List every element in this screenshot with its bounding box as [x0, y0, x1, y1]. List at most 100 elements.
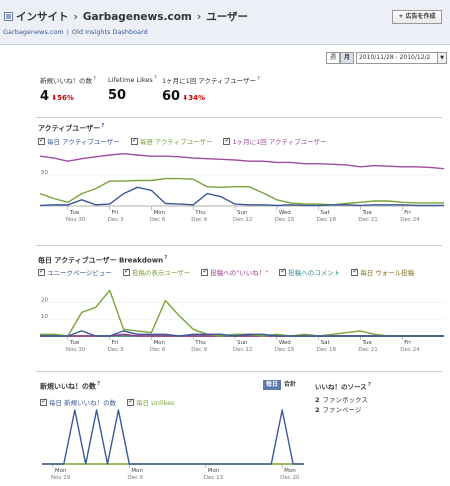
checkbox[interactable] — [351, 267, 359, 276]
section-title-text: アクティブユーザー — [38, 124, 101, 133]
like-sources-list: 2 ファンボックス 2 ファンページ — [315, 395, 368, 415]
checkbox[interactable] — [40, 397, 47, 406]
tab-total[interactable]: 合計 — [281, 380, 299, 390]
legend-post-comments[interactable]: 投稿へのコメント — [279, 267, 340, 277]
kpi-change-value: 56% — [57, 94, 74, 102]
help-icon[interactable]: ? — [101, 123, 104, 129]
series-line — [42, 409, 304, 465]
x-tick-label: Mon — [131, 468, 143, 474]
checkbox[interactable] — [201, 267, 209, 276]
x-tick-sublabel: Nov 29 — [51, 475, 71, 481]
old-dashboard-link[interactable]: Old Insights Dashboard — [72, 28, 148, 36]
x-tick-sublabel: Dec 15 — [275, 347, 295, 353]
new-likes-chart: MonNov 29MonDec 6MonDec 13MonDec 20 — [42, 409, 304, 481]
legend-daily-unlikes[interactable]: 毎日 Unlikes — [127, 397, 175, 407]
x-tick-label: Mon — [55, 468, 67, 474]
x-tick-sublabel: Dec 3 — [108, 217, 124, 223]
kpi-new-likes: 新規いいね！の数? 4 ⬇56% — [40, 75, 96, 104]
y-tick-label: 20 — [41, 297, 48, 303]
new-likes-title: 新規いいね！の数? — [40, 381, 100, 391]
x-tick-label: Wed — [279, 340, 291, 346]
likes-tabs: 毎日 合計 — [263, 380, 299, 390]
legend-label: ユニークページビュー — [47, 269, 112, 277]
x-tick-label: Thu — [194, 210, 205, 216]
x-tick-label: Fri — [112, 210, 119, 216]
kpi-value: 60 — [162, 89, 181, 104]
checkbox[interactable] — [127, 397, 135, 406]
help-icon[interactable]: ? — [154, 75, 157, 81]
divider — [36, 245, 442, 246]
active-users-chart: 50TueNov 30FriDec 3MonDec 6ThuDec 9SunDe… — [39, 152, 445, 223]
checkbox[interactable] — [122, 267, 130, 276]
x-tick-sublabel: Dec 9 — [191, 217, 207, 223]
source-count: 2 — [315, 396, 320, 404]
x-tick-sublabel: Nov 30 — [66, 347, 86, 353]
legend-label: 投稿へのコメント — [288, 269, 341, 277]
breadcrumb: インサイト › Garbagenews.com › ユーザー — [16, 9, 248, 24]
help-icon[interactable]: ? — [164, 255, 167, 261]
legend-post-viewers[interactable]: 投稿の表示ユーザー — [122, 267, 190, 277]
x-tick-label: Fri — [112, 340, 119, 346]
x-tick-label: Sat — [321, 210, 331, 216]
section-title-text: 新規いいね！の数 — [40, 382, 96, 391]
kpi-change: ⬇56% — [51, 94, 74, 102]
legend-wall-posts[interactable]: 毎日 ウォール投稿 — [351, 267, 414, 277]
breakdown-legend: ユニークページビュー 投稿の表示ユーザー 投稿への"いいね！" 投稿へのコメント… — [38, 267, 425, 277]
series-line — [39, 152, 445, 170]
create-ad-button[interactable]: + 広告を作成 — [392, 10, 442, 24]
week-toggle[interactable]: 週 — [326, 52, 341, 64]
insights-app-icon — [4, 12, 13, 21]
x-tick-label: Sat — [321, 340, 331, 346]
x-tick-sublabel: Dec 3 — [108, 347, 124, 353]
x-tick-sublabel: Dec 13 — [204, 475, 224, 481]
date-range-selector: 週 月 2010/11/28 - 2010/12/2 ▼ — [326, 52, 448, 64]
legend-label: 毎週 アクティブユーザー — [139, 138, 213, 146]
sub-breadcrumb: Garbagenews.com | Old Insights Dashboard — [3, 28, 148, 36]
legend-post-likes[interactable]: 投稿への"いいね！" — [201, 267, 268, 277]
date-range-input[interactable]: 2010/11/28 - 2010/12/2 — [356, 52, 439, 64]
separator: | — [66, 28, 69, 36]
legend-monthly-active[interactable]: 1ヶ月に1回 アクティブユーザー — [223, 136, 326, 146]
x-tick-sublabel: Dec 20 — [280, 475, 300, 481]
help-icon[interactable]: ? — [257, 76, 260, 82]
x-tick-label: Sun — [237, 340, 248, 346]
x-tick-label: Mon — [153, 210, 165, 216]
x-tick-sublabel: Dec 21 — [358, 347, 377, 353]
legend-label: 毎日 新規いいね！の数 — [49, 399, 117, 407]
legend-weekly-active[interactable]: 毎週 アクティブユーザー — [130, 136, 213, 146]
x-tick-sublabel: Nov 30 — [66, 217, 86, 223]
breadcrumb-insights[interactable]: インサイト — [16, 11, 69, 23]
month-toggle[interactable]: 月 — [340, 52, 355, 64]
breakdown-title: 毎日 アクティブユーザー Breakdown? — [38, 255, 167, 265]
y-tick-label: 10 — [41, 314, 48, 320]
new-likes-legend: 毎日 新規いいね！の数 毎日 Unlikes — [40, 397, 186, 407]
x-tick-sublabel: Dec 24 — [400, 347, 420, 353]
legend-label: 毎日 ウォール投稿 — [360, 269, 415, 277]
legend-page-views[interactable]: ユニークページビュー — [38, 267, 112, 277]
y-tick-label: 50 — [41, 170, 48, 176]
chevron-down-icon[interactable]: ▼ — [438, 52, 448, 64]
checkbox[interactable] — [38, 267, 45, 276]
tab-daily[interactable]: 毎日 — [263, 380, 282, 390]
checkbox[interactable] — [130, 136, 138, 145]
x-tick-label: Wed — [279, 210, 291, 216]
x-tick-sublabel: Dec 15 — [275, 217, 295, 223]
checkbox[interactable] — [279, 267, 287, 276]
legend-daily-new-likes[interactable]: 毎日 新規いいね！の数 — [40, 397, 116, 407]
breadcrumb-site[interactable]: Garbagenews.com — [83, 11, 192, 23]
help-icon[interactable]: ? — [93, 76, 96, 82]
legend-daily-active[interactable]: 毎日 アクティブユーザー — [38, 136, 120, 146]
x-tick-label: Fri — [404, 340, 411, 346]
help-icon[interactable]: ? — [368, 382, 371, 388]
help-icon[interactable]: ? — [97, 381, 100, 387]
checkbox[interactable] — [38, 136, 45, 145]
x-tick-label: Mon — [208, 468, 220, 474]
source-label: ファンボックス — [322, 396, 368, 404]
x-tick-sublabel: Dec 18 — [317, 347, 337, 353]
x-tick-label: Sun — [237, 210, 248, 216]
x-tick-label: Mon — [284, 468, 296, 474]
series-line — [39, 186, 444, 207]
site-link[interactable]: Garbagenews.com — [3, 28, 64, 36]
legend-label: 1ヶ月に1回 アクティブユーザー — [232, 138, 327, 146]
checkbox[interactable] — [223, 136, 231, 145]
